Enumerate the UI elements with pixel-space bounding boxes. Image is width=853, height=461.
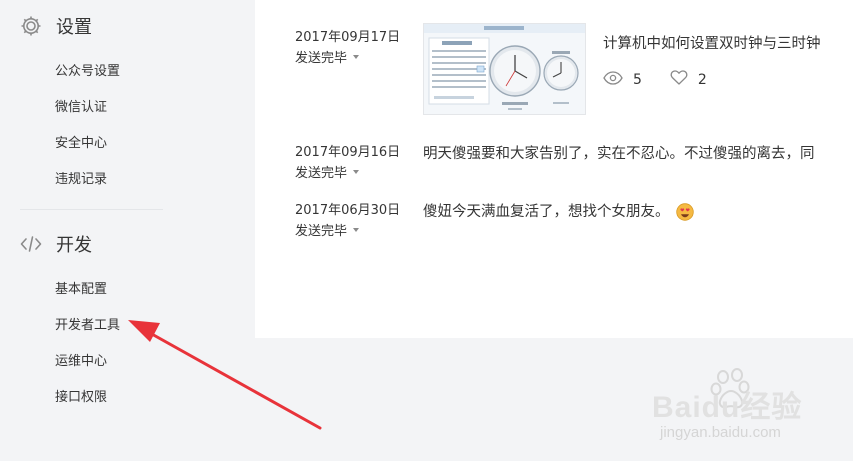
watermark-url: jingyan.baidu.com [660,424,781,441]
watermark-brand: Baidu经验 [652,391,803,424]
